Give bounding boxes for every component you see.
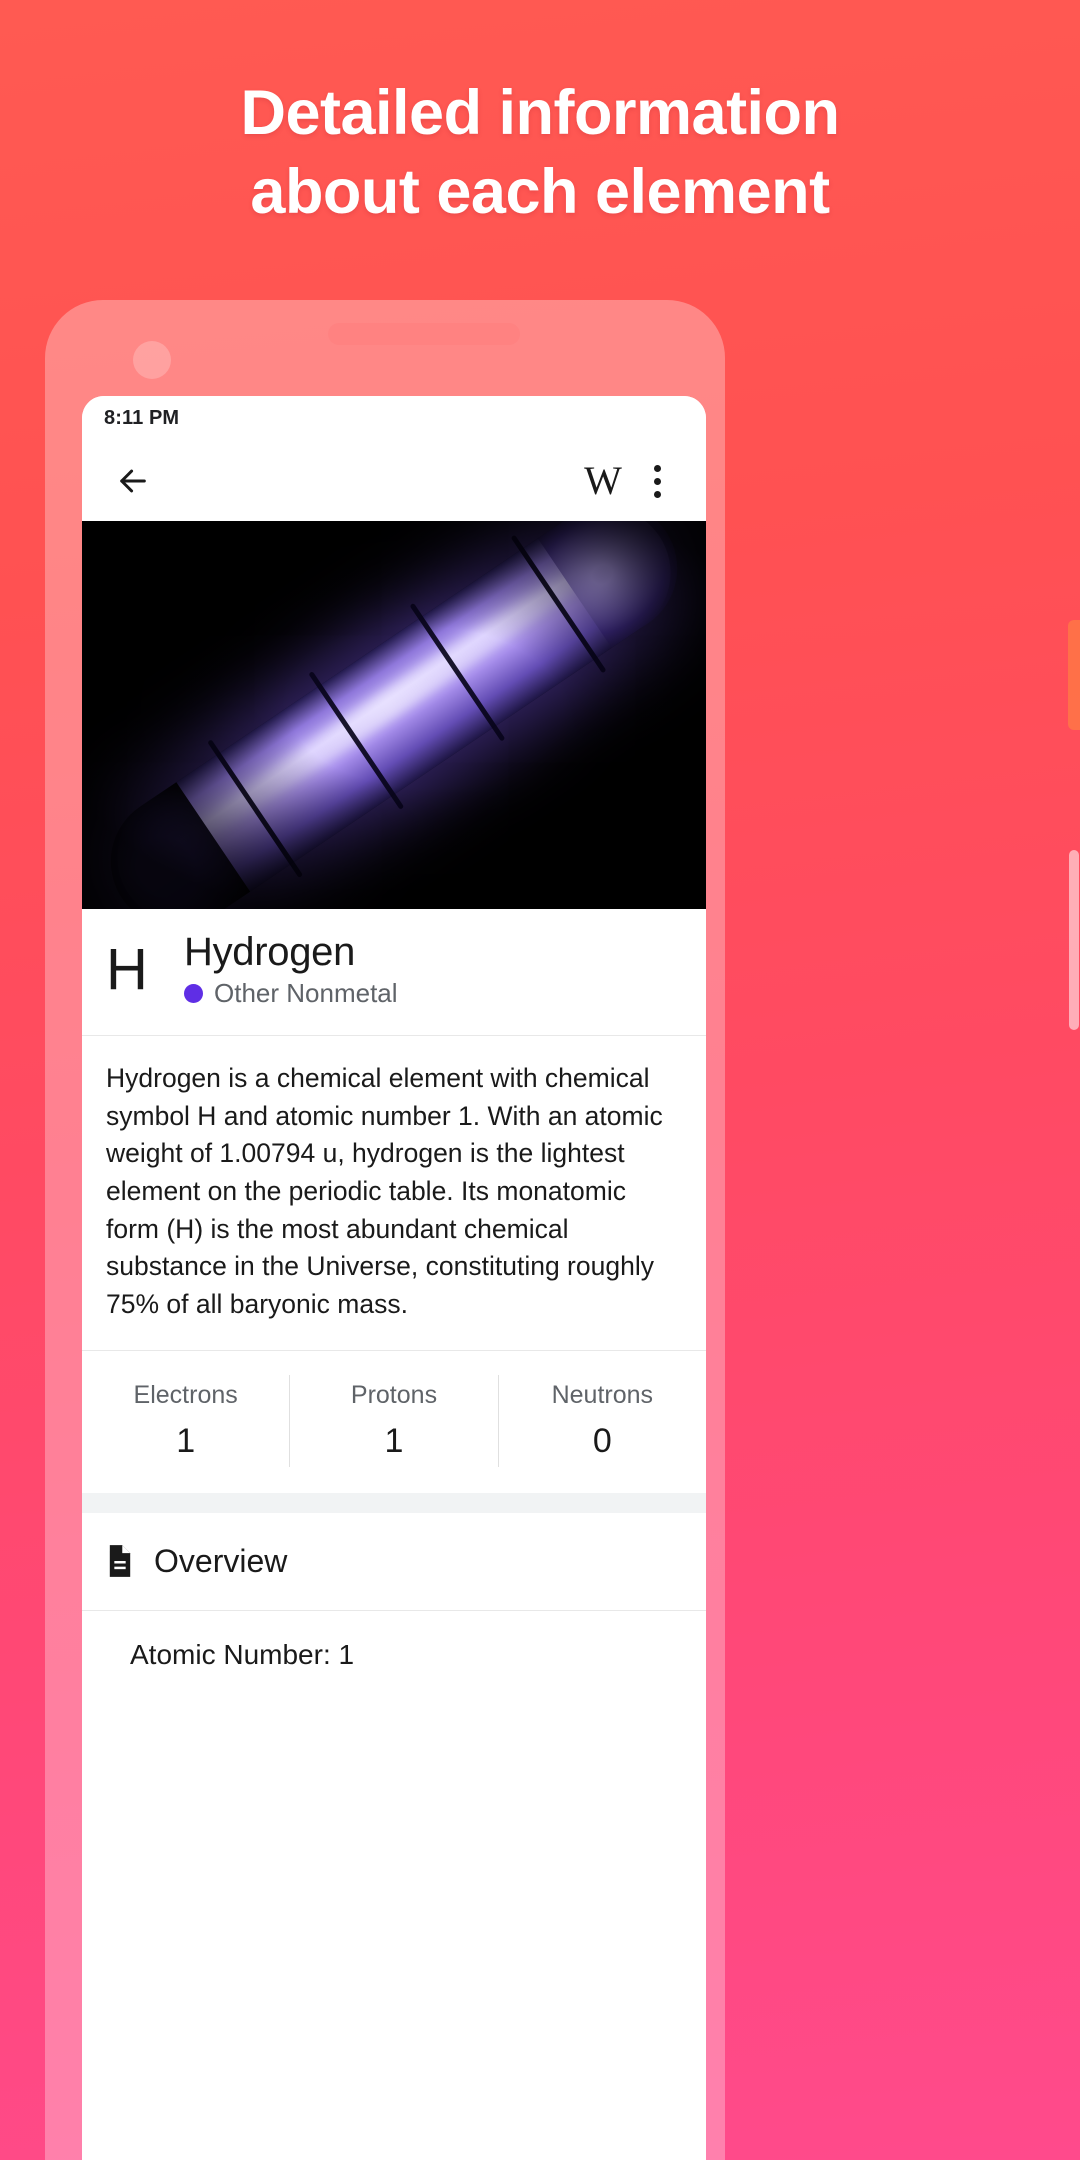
overview-section-header[interactable]: Overview: [82, 1512, 706, 1611]
stat-neutrons: Neutrons 0: [499, 1375, 706, 1467]
stat-label: Neutrons: [551, 1380, 654, 1409]
tube-band: [409, 602, 506, 742]
stat-value: 1: [384, 1421, 404, 1460]
page-title: Detailed information about each element: [0, 82, 1080, 224]
status-bar-clock: 8:11 PM: [104, 407, 180, 429]
category-label: Other Nonmetal: [214, 978, 398, 1009]
tube-cap-left: [85, 782, 251, 909]
stat-protons: Protons 1: [290, 1374, 499, 1467]
element-identity: Hydrogen Other Nonmetal: [184, 930, 398, 1009]
app-bar: W: [82, 441, 706, 521]
wikipedia-icon: W: [584, 458, 622, 503]
status-bar: 8:11 PM: [82, 396, 706, 441]
element-header: H Hydrogen Other Nonmetal: [82, 909, 706, 1037]
decorative-stripe-white: [1069, 850, 1079, 1030]
section-divider: [82, 1492, 706, 1513]
overflow-menu-button[interactable]: [630, 454, 684, 508]
element-hero-image: [82, 521, 706, 909]
stat-electrons: Electrons 1: [82, 1374, 291, 1467]
tube-band: [308, 671, 405, 810]
document-icon: [109, 1545, 131, 1577]
phone-screen: 8:11 PM W H Hydrogen Other Nonmetal Hydr…: [82, 396, 706, 2160]
decorative-stripe-orange: [1068, 620, 1080, 730]
headline-line-2: about each element: [250, 157, 830, 227]
back-arrow-icon: [120, 469, 146, 493]
particle-stats-row: Electrons 1 Protons 1 Neutrons 0: [82, 1350, 706, 1493]
stat-value: 1: [176, 1421, 196, 1460]
stat-label: Protons: [350, 1380, 438, 1409]
wikipedia-button[interactable]: W: [576, 454, 630, 508]
element-category: Other Nonmetal: [184, 978, 398, 1009]
stat-label: Electrons: [133, 1380, 238, 1409]
tube-cap-right: [537, 521, 703, 648]
phone-speaker-bar: [328, 323, 520, 345]
phone-camera-dot: [133, 341, 171, 379]
headline-line-1: Detailed information: [240, 78, 840, 148]
category-color-dot-icon: [184, 984, 203, 1004]
back-button[interactable]: [106, 454, 160, 508]
discharge-tube-graphic: [85, 521, 703, 909]
overview-row-atomic-number: Atomic Number: 1: [82, 1610, 706, 1699]
element-description: Hydrogen is a chemical element with chem…: [82, 1036, 706, 1351]
overview-title: Overview: [154, 1542, 288, 1579]
stat-value: 0: [592, 1421, 612, 1460]
more-vertical-icon: [653, 464, 661, 498]
element-symbol: H: [106, 937, 148, 1003]
promo-screenshot: Detailed information about each element …: [0, 0, 1080, 2160]
element-name: Hydrogen: [184, 930, 356, 974]
